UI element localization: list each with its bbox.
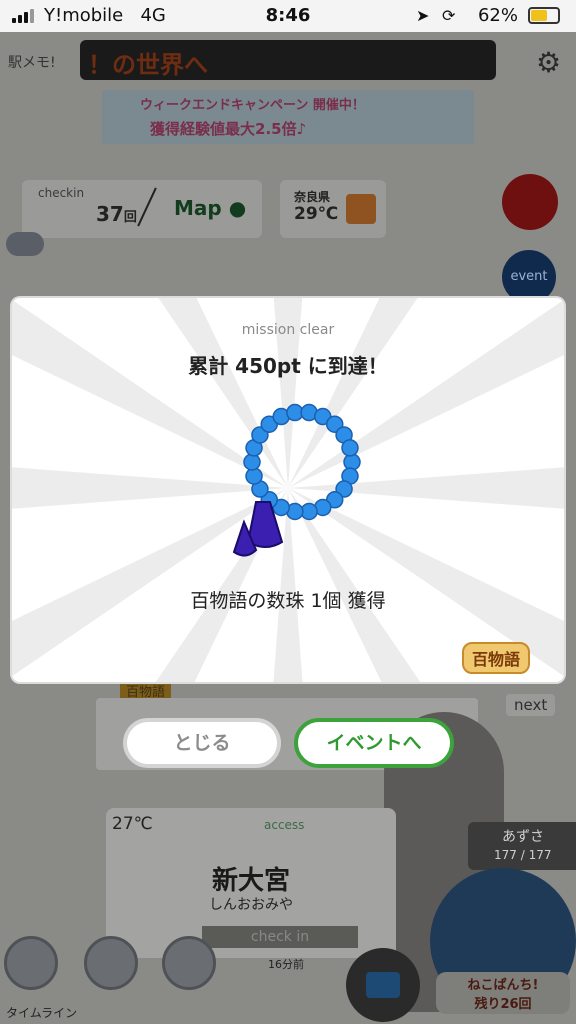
- refresh-icon[interactable]: [6, 232, 44, 256]
- character-name: あずさ: [502, 829, 544, 845]
- briefcase-icon[interactable]: [346, 948, 420, 1022]
- nekopanchi-label: ねこぱんち!: [467, 978, 539, 993]
- gear-icon[interactable]: ⚙: [536, 46, 561, 79]
- close-button[interactable]: とじる: [123, 718, 281, 768]
- character-status[interactable]: あずさ 177 / 177: [468, 822, 576, 870]
- sun-icon: [346, 194, 376, 224]
- next-button[interactable]: next: [506, 694, 556, 716]
- location-icon: ➤: [416, 6, 430, 25]
- station-name: 新大宮: [211, 866, 290, 896]
- home-icon[interactable]: [4, 936, 58, 990]
- character-hp: 177 / 177: [494, 848, 552, 862]
- prefecture-name: 奈良県: [294, 190, 331, 204]
- campaign-banner[interactable]: ウィークエンドキャンペーン 開催中！ 獲得経験値最大2.5倍♪: [102, 90, 474, 144]
- station-kana: しんおおみや: [209, 897, 293, 913]
- checkin-button[interactable]: check in: [202, 926, 358, 948]
- news-ticker[interactable]: ！の世界へ: [80, 40, 496, 80]
- banner-line2: 獲得経験値最大2.5倍♪: [150, 120, 307, 138]
- mission-label: mission clear: [241, 322, 335, 338]
- bell-icon[interactable]: [502, 174, 558, 230]
- prayer-beads-icon: [232, 403, 361, 557]
- bead: [341, 439, 359, 457]
- access-label: access: [264, 818, 305, 832]
- checkin-count: 37: [96, 202, 124, 226]
- battery-percent: 62%: [477, 5, 518, 26]
- nekopanchi-remaining: 残り26回: [474, 997, 532, 1012]
- battery-icon: [528, 7, 560, 24]
- map-link[interactable]: Map ●: [174, 196, 246, 220]
- mission-clear-dialog: mission clear 累計 450pt に到達！ 百物語の数珠 1個 獲得…: [12, 298, 564, 682]
- banner-line1: ウィークエンドキャンペーン 開催中！: [140, 98, 365, 113]
- go-to-event-button[interactable]: イベントへ: [294, 718, 454, 768]
- weather-box: 奈良県 29℃: [280, 180, 386, 238]
- mission-title: 累計 450pt に到達！: [188, 354, 388, 378]
- checkin-label: checkin: [38, 186, 85, 200]
- train-list-icon[interactable]: [162, 936, 216, 990]
- checklist-icon[interactable]: [84, 936, 138, 990]
- hyakumonogatari-logo: 百物語: [462, 642, 531, 674]
- event-round-button[interactable]: event: [502, 250, 556, 304]
- station-temperature: 27℃: [112, 814, 153, 834]
- timeline-label: タイムライン: [6, 1006, 78, 1020]
- temperature: 29℃: [294, 204, 339, 224]
- nekopanchi-button[interactable]: ねこぱんち! 残り26回: [430, 868, 576, 1014]
- minutes-ago: 16分前: [268, 958, 304, 971]
- map-pin-icon: ●: [228, 196, 247, 220]
- app-logo: 駅メモ!: [8, 55, 56, 71]
- status-bar: Y!mobile 4G 8:46 ➤ ⟳ 62%: [0, 0, 576, 32]
- checkin-unit: 回: [123, 210, 137, 225]
- reward-text: 百物語の数珠 1個 獲得: [190, 590, 386, 612]
- map-label: Map: [174, 196, 222, 220]
- orientation-lock-icon: ⟳: [442, 6, 456, 25]
